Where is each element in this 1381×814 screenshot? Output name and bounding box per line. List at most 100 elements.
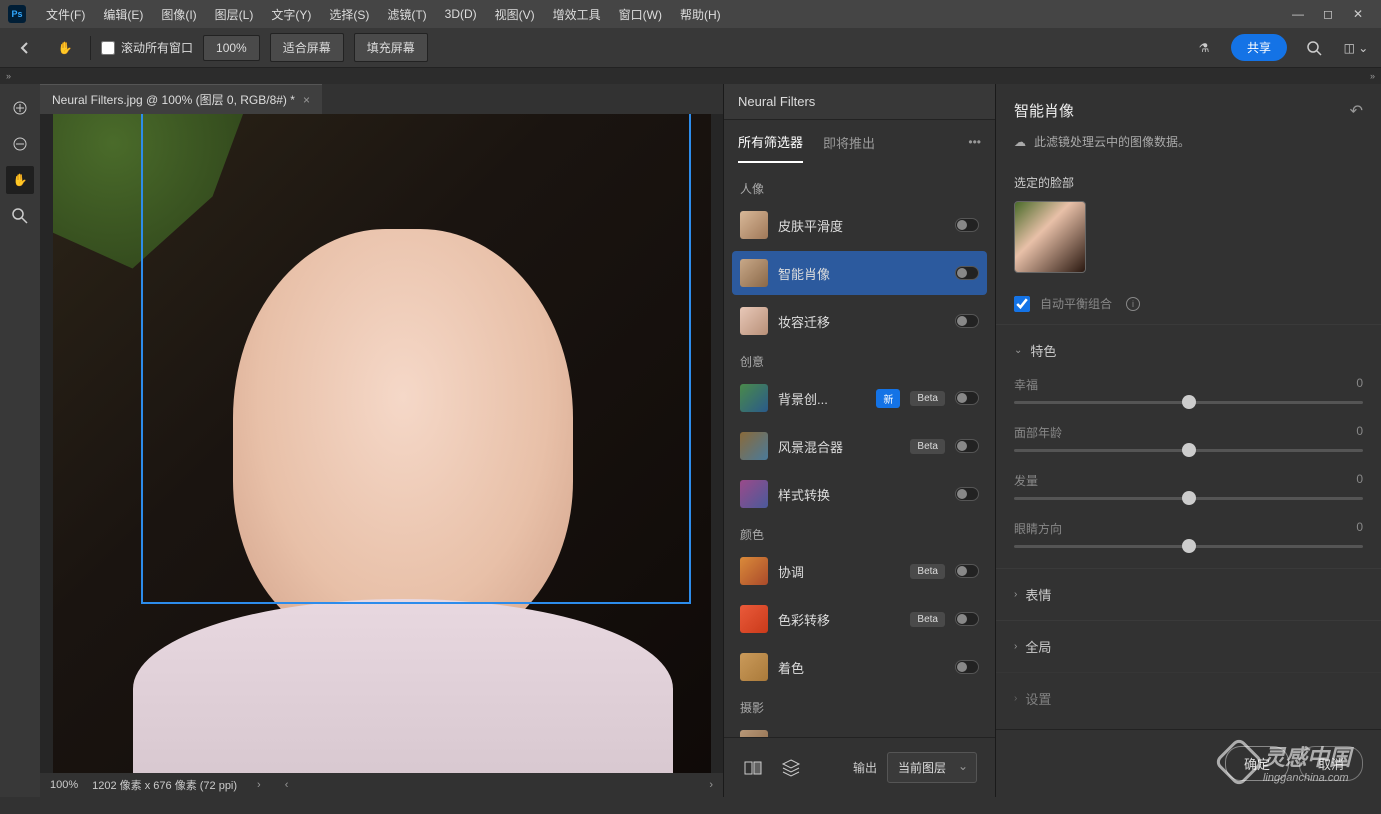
- maximize-button[interactable]: ◻: [1313, 4, 1343, 24]
- slider-track[interactable]: [1014, 401, 1363, 404]
- status-arrow-icon[interactable]: ›: [257, 779, 261, 791]
- search-icon[interactable]: [1299, 33, 1329, 63]
- menu-image[interactable]: 图像(I): [153, 2, 204, 27]
- close-button[interactable]: ✕: [1343, 4, 1373, 24]
- menu-file[interactable]: 文件(F): [38, 2, 93, 27]
- slider-track[interactable]: [1014, 545, 1363, 548]
- filter-thumb: [740, 259, 768, 287]
- expand-left-icon[interactable]: »: [6, 71, 11, 81]
- output-select[interactable]: 当前图层: [887, 752, 977, 783]
- hand-tool[interactable]: ✋: [6, 166, 34, 194]
- info-icon[interactable]: i: [1126, 297, 1140, 311]
- chevron-right-icon: ›: [1014, 589, 1017, 600]
- menu-plugins[interactable]: 增效工具: [545, 2, 609, 27]
- subtract-anchor-tool[interactable]: [6, 130, 34, 158]
- scroll-all-checkbox[interactable]: 滚动所有窗口: [101, 39, 193, 56]
- document-tab[interactable]: Neural Filters.jpg @ 100% (图层 0, RGB/8#)…: [40, 84, 322, 114]
- left-toolbar: ✋: [0, 84, 40, 797]
- share-button[interactable]: 共享: [1231, 34, 1287, 61]
- slider-track[interactable]: [1014, 497, 1363, 500]
- filter-bg-generator[interactable]: 背景创... 新 Beta: [732, 376, 987, 420]
- slider-thumb[interactable]: [1182, 491, 1196, 505]
- filter-style-transfer[interactable]: 样式转换: [732, 472, 987, 516]
- fill-screen-button[interactable]: 填充屏幕: [354, 33, 428, 62]
- filter-makeup-transfer[interactable]: 妆容迁移: [732, 299, 987, 343]
- tab-upcoming[interactable]: 即将推出: [823, 123, 875, 162]
- accordion-header-settings[interactable]: › 设置: [1014, 683, 1363, 714]
- filter-landscape-mixer[interactable]: 风景混合器 Beta: [732, 424, 987, 468]
- zoom-level-button[interactable]: 100%: [203, 35, 260, 61]
- menu-view[interactable]: 视图(V): [487, 2, 543, 27]
- menu-bar: Ps 文件(F) 编辑(E) 图像(I) 图层(L) 文字(Y) 选择(S) 滤…: [0, 0, 1381, 28]
- reset-icon[interactable]: ↶: [1350, 101, 1363, 121]
- filter-skin-smoothing[interactable]: 皮肤平滑度: [732, 203, 987, 247]
- tab-close-icon[interactable]: ×: [303, 93, 310, 107]
- beta-badge: Beta: [910, 391, 945, 406]
- scroll-left-icon[interactable]: ‹: [285, 779, 289, 791]
- filter-toggle[interactable]: [955, 314, 979, 328]
- slider-thumb[interactable]: [1182, 443, 1196, 457]
- filter-smart-portrait[interactable]: 智能肖像: [732, 251, 987, 295]
- workspace-icon[interactable]: ◫ ⌄: [1341, 33, 1371, 63]
- menu-window[interactable]: 窗口(W): [611, 2, 670, 27]
- accordion-header-featured[interactable]: ⌄ 特色: [1014, 335, 1363, 366]
- slider-thumb[interactable]: [1182, 539, 1196, 553]
- cloud-text: 此滤镜处理云中的图像数据。: [1034, 133, 1190, 150]
- filter-thumb: [740, 211, 768, 239]
- menu-layer[interactable]: 图层(L): [207, 2, 262, 27]
- expand-bar: » »: [0, 68, 1381, 84]
- filter-thumb: [740, 384, 768, 412]
- filter-colorize[interactable]: 着色: [732, 645, 987, 689]
- menu-type[interactable]: 文字(Y): [263, 2, 319, 27]
- slider-thumb[interactable]: [1182, 395, 1196, 409]
- accordion-title: 全局: [1025, 637, 1051, 656]
- accordion-header-expression[interactable]: › 表情: [1014, 579, 1363, 610]
- filter-toggle[interactable]: [955, 218, 979, 232]
- filter-toggle[interactable]: [955, 660, 979, 674]
- minimize-button[interactable]: —: [1283, 4, 1313, 24]
- canvas[interactable]: [40, 114, 723, 773]
- menu-3d[interactable]: 3D(D): [437, 3, 485, 25]
- hand-tool-icon[interactable]: ✋: [50, 33, 80, 63]
- nf-more-icon[interactable]: •••: [968, 135, 981, 149]
- neural-filters-panel: Neural Filters 所有筛选器 即将推出 ••• 人像 皮肤平滑度 智…: [723, 84, 995, 797]
- scroll-right-icon[interactable]: ›: [709, 779, 713, 791]
- nf-panel-title: Neural Filters: [738, 94, 815, 109]
- beaker-icon[interactable]: ⚗: [1189, 33, 1219, 63]
- filter-toggle[interactable]: [955, 266, 979, 280]
- filter-color-transfer[interactable]: 色彩转移 Beta: [732, 597, 987, 641]
- filter-label: 风景混合器: [778, 437, 900, 456]
- filter-toggle[interactable]: [955, 612, 979, 626]
- beta-badge: Beta: [910, 564, 945, 579]
- layers-icon[interactable]: [780, 757, 802, 779]
- filter-toggle[interactable]: [955, 439, 979, 453]
- filter-toggle[interactable]: [955, 391, 979, 405]
- expand-right-icon[interactable]: »: [1370, 71, 1375, 81]
- auto-balance-checkbox[interactable]: 自动平衡组合 i: [996, 283, 1381, 324]
- fit-screen-button[interactable]: 适合屏幕: [270, 33, 344, 62]
- zoom-tool[interactable]: [6, 202, 34, 230]
- compare-icon[interactable]: [742, 757, 764, 779]
- filter-super-zoom[interactable]: 超级缩放: [732, 722, 987, 737]
- add-anchor-tool[interactable]: [6, 94, 34, 122]
- filter-toggle[interactable]: [955, 487, 979, 501]
- accordion-expression: › 表情: [996, 568, 1381, 620]
- tab-all-filters[interactable]: 所有筛选器: [738, 122, 803, 163]
- slider-hair: 发量0: [1014, 462, 1363, 510]
- document-tabs: Neural Filters.jpg @ 100% (图层 0, RGB/8#)…: [40, 84, 723, 114]
- accordion-header-global[interactable]: › 全局: [1014, 631, 1363, 662]
- filter-harmonize[interactable]: 协调 Beta: [732, 549, 987, 593]
- face-thumbnail[interactable]: [1014, 201, 1086, 273]
- cancel-button[interactable]: 取消: [1299, 746, 1363, 781]
- cloud-message: ☁ 此滤镜处理云中的图像数据。: [996, 129, 1381, 164]
- ok-button[interactable]: 确定: [1225, 746, 1289, 781]
- menu-filter[interactable]: 滤镜(T): [379, 2, 434, 27]
- filter-toggle[interactable]: [955, 564, 979, 578]
- slider-track[interactable]: [1014, 449, 1363, 452]
- output-label: 输出: [853, 759, 877, 776]
- status-zoom[interactable]: 100%: [50, 779, 78, 791]
- menu-help[interactable]: 帮助(H): [672, 2, 729, 27]
- menu-select[interactable]: 选择(S): [321, 2, 377, 27]
- back-icon[interactable]: [10, 33, 40, 63]
- menu-edit[interactable]: 编辑(E): [95, 2, 151, 27]
